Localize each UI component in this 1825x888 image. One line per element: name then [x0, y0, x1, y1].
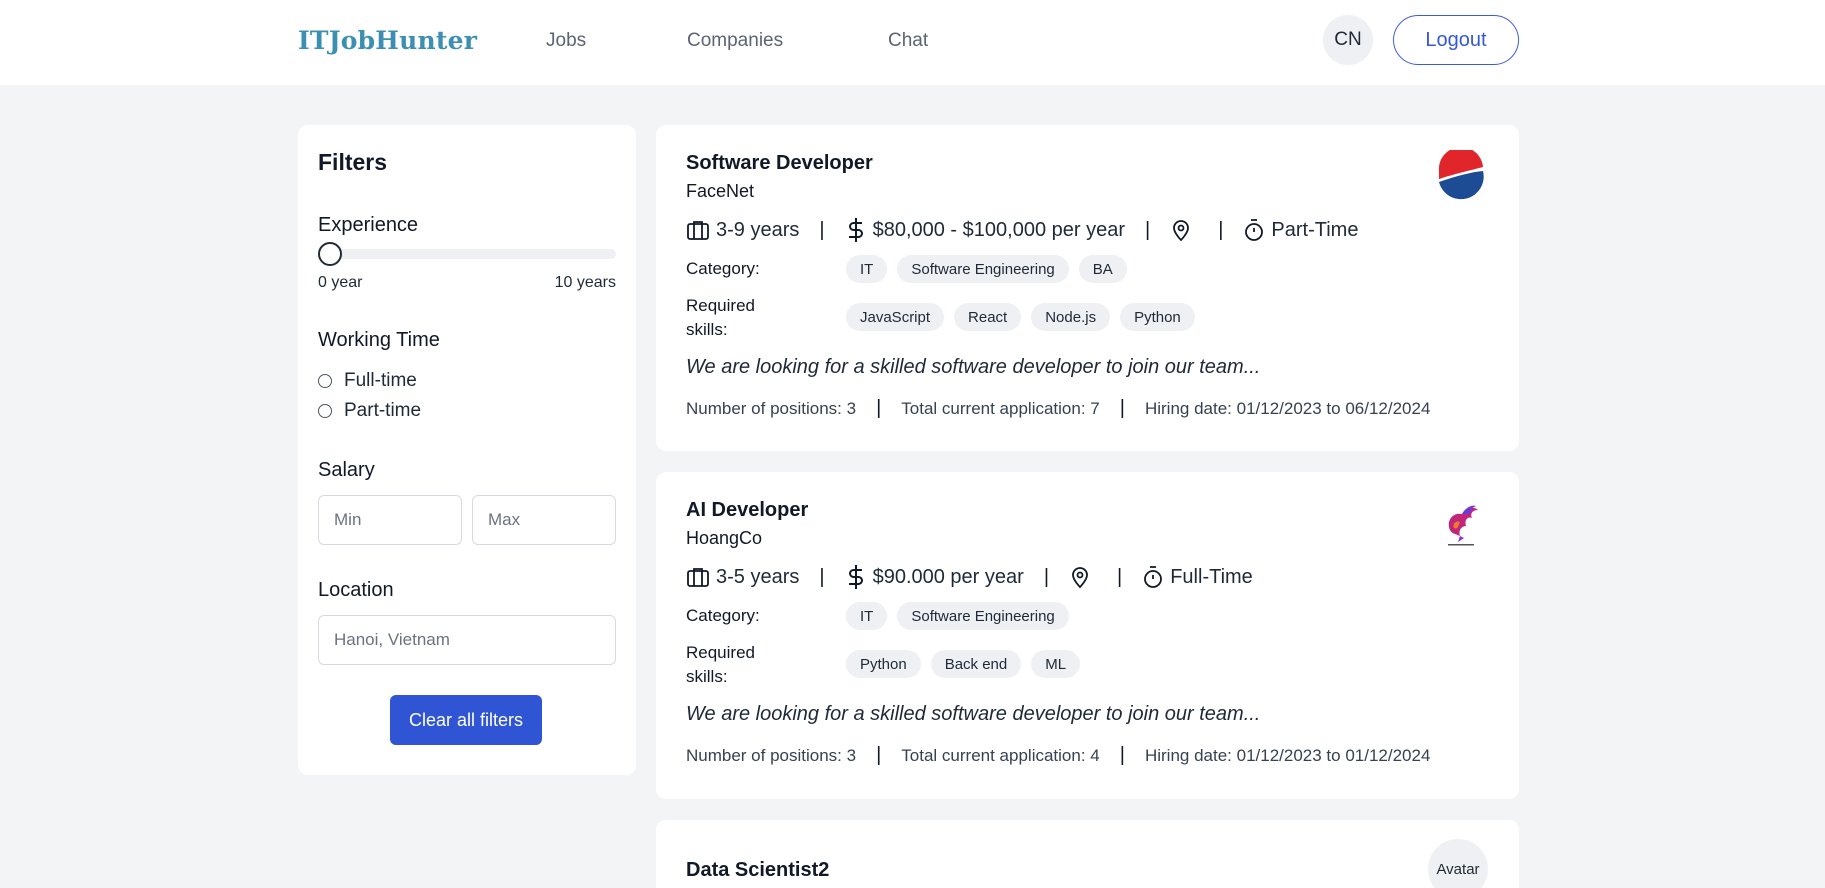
skill-tag[interactable]: Back end: [930, 650, 1022, 678]
separator: |: [1218, 218, 1224, 241]
nav-chat[interactable]: Chat: [888, 30, 928, 52]
job-title[interactable]: Data Scientist2: [686, 859, 829, 882]
dollar-icon: [845, 564, 867, 590]
experience-value: 3-9 years: [716, 218, 800, 241]
job-description: We are looking for a skilled software de…: [686, 703, 1261, 725]
company-avatar: Avatar: [1428, 839, 1488, 888]
radio-label: Full-time: [344, 370, 417, 391]
salary-max-input[interactable]: Max: [472, 495, 616, 545]
location-pin-icon: [1170, 218, 1192, 242]
skill-tag[interactable]: JavaScript: [846, 303, 945, 331]
nav-jobs[interactable]: Jobs: [546, 30, 586, 52]
logout-button[interactable]: Logout: [1393, 15, 1519, 65]
radio-button[interactable]: [318, 374, 332, 388]
time-value: Full-Time: [1170, 565, 1253, 588]
salary-value: $80,000 - $100,000 per year: [872, 218, 1125, 241]
separator: |: [1119, 397, 1125, 419]
separator: |: [1117, 565, 1123, 588]
salary-value: $90.000 per year: [872, 565, 1024, 588]
job-meta-row: 3-9 years | $80,000 - $100,000 per year …: [686, 217, 1358, 243]
radio-full-time[interactable]: Full-time: [318, 370, 417, 392]
job-card[interactable]: Software Developer FaceNet 3-9 years | $…: [656, 125, 1519, 451]
job-title[interactable]: AI Developer: [686, 499, 808, 522]
hiring-date: Hiring date: 01/12/2023 to 01/12/2024: [1144, 745, 1431, 765]
skill-tag[interactable]: ML: [1031, 650, 1081, 678]
skill-tag[interactable]: Node.js: [1031, 303, 1111, 331]
stopwatch-icon: [1243, 218, 1265, 242]
separator: |: [1043, 565, 1050, 588]
dollar-icon: [845, 217, 867, 243]
salary-label: Salary: [318, 459, 375, 481]
job-description: We are looking for a skilled software de…: [686, 356, 1261, 378]
job-title[interactable]: Software Developer: [686, 152, 873, 175]
job-meta-row: 3-5 years | $90.000 per year | | Full-Ti…: [686, 564, 1253, 590]
time-value: Part-Time: [1271, 218, 1359, 241]
stopwatch-icon: [1142, 565, 1164, 589]
category-tag[interactable]: BA: [1078, 255, 1127, 283]
separator: |: [819, 565, 825, 588]
applications-count: Total current application: 4: [901, 745, 1100, 765]
separator: |: [819, 218, 825, 241]
salary-min-input[interactable]: Min: [318, 495, 462, 545]
radio-part-time[interactable]: Part-time: [318, 400, 421, 422]
experience-min-label: 0 year: [318, 274, 363, 291]
category-tag[interactable]: IT: [846, 602, 888, 630]
category-tags: IT Software Engineering BA: [846, 255, 1127, 283]
experience-max-label: 10 years: [554, 274, 616, 291]
radio-button[interactable]: [318, 404, 332, 418]
working-time-label: Working Time: [318, 329, 440, 351]
clear-filters-button[interactable]: Clear all filters: [390, 695, 542, 745]
filters-title: Filters: [318, 149, 388, 175]
filters-panel: Filters Experience 0 year 10 years Worki…: [298, 125, 636, 775]
user-avatar[interactable]: CN: [1323, 15, 1373, 65]
positions-count: Number of positions: 3: [686, 398, 857, 418]
skills-label: Required skills:: [686, 296, 755, 339]
company-name: HoangCo: [686, 528, 763, 548]
category-label: Category:: [686, 606, 760, 625]
applications-count: Total current application: 7: [901, 398, 1100, 418]
positions-count: Number of positions: 3: [686, 745, 857, 765]
job-card[interactable]: AI Developer HoangCo 3-5 years | $90.000…: [656, 472, 1519, 799]
company-name: FaceNet: [686, 181, 755, 201]
skill-tags: JavaScript React Node.js Python: [846, 303, 1195, 331]
skill-tag[interactable]: React: [954, 303, 1022, 331]
location-label: Location: [318, 579, 394, 601]
location-input[interactable]: Hanoi, Vietnam: [318, 615, 616, 665]
nav-companies[interactable]: Companies: [687, 30, 783, 52]
separator: |: [1119, 744, 1125, 766]
radio-label: Part-time: [344, 400, 422, 421]
category-tags: IT Software Engineering: [846, 602, 1069, 630]
location-pin-icon: [1069, 565, 1091, 589]
hiring-date: Hiring date: 01/12/2023 to 06/12/2024: [1144, 398, 1431, 418]
separator: |: [876, 744, 882, 766]
skill-tag[interactable]: Python: [846, 650, 921, 678]
skill-tags: Python Back end ML: [846, 650, 1081, 678]
skill-tag[interactable]: Python: [1120, 303, 1195, 331]
job-footer: Number of positions: 3 | Total current a…: [686, 397, 1430, 420]
category-tag[interactable]: Software Engineering: [897, 255, 1069, 283]
bird-logo-icon: [1448, 505, 1478, 546]
skills-label: Required skills:: [686, 643, 755, 686]
experience-value: 3-5 years: [716, 565, 800, 588]
briefcase-icon: [686, 218, 710, 242]
top-navbar: ITJobHunter Jobs Companies Chat CN Logou…: [0, 0, 1825, 85]
pepsi-logo-icon: [1438, 150, 1484, 200]
experience-slider-track[interactable]: [318, 249, 616, 259]
category-label: Category:: [686, 259, 760, 278]
job-card[interactable]: Data Scientist2 Avatar: [656, 820, 1519, 888]
experience-label: Experience: [318, 214, 419, 236]
separator: |: [1145, 218, 1151, 241]
experience-slider-thumb[interactable]: [318, 242, 342, 266]
site-logo[interactable]: ITJobHunter: [298, 26, 477, 55]
category-tag[interactable]: IT: [846, 255, 888, 283]
briefcase-icon: [686, 565, 710, 589]
job-footer: Number of positions: 3 | Total current a…: [686, 744, 1430, 767]
category-tag[interactable]: Software Engineering: [897, 602, 1069, 630]
separator: |: [876, 397, 882, 419]
